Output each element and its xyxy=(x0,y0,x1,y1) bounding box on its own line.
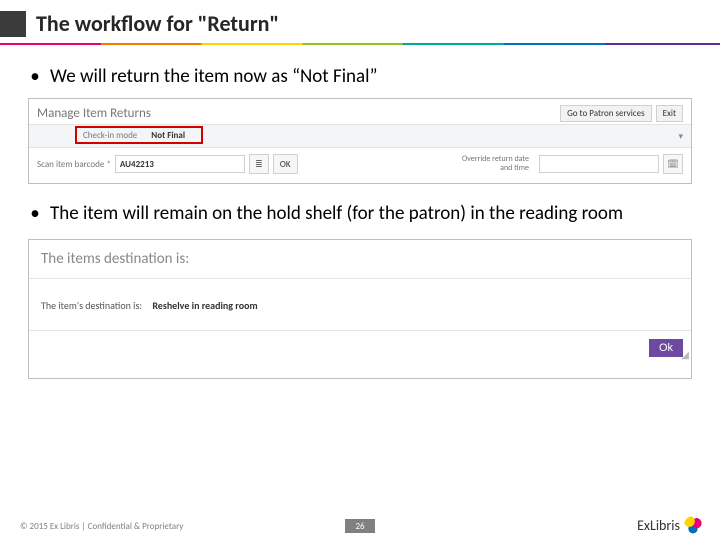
page-title: The workflow for "Return" xyxy=(36,10,279,37)
goto-patron-button[interactable]: Go to Patron services xyxy=(560,105,652,122)
destination-line: The item's destination is: Reshelve in r… xyxy=(41,299,258,312)
bullet-dot: • xyxy=(28,202,42,225)
slide-footer: © 2015 Ex Libris | Confidential & Propri… xyxy=(0,512,720,540)
destination-line-label: The item's destination is: xyxy=(41,299,142,312)
bullet-1: • We will return the item now as “Not Fi… xyxy=(28,65,692,88)
checkin-mode-label: Check-in mode xyxy=(83,130,137,141)
screenshot-header-buttons: Go to Patron services Exit xyxy=(560,105,683,122)
logo-text: ExLibris xyxy=(637,517,680,534)
bullet-1-text: We will return the item now as “Not Fina… xyxy=(50,65,377,88)
screenshot-manage-returns: Manage Item Returns Go to Patron service… xyxy=(28,98,692,184)
scan-row: Scan item barcode * AU42213 ≣ OK Overrid… xyxy=(29,148,691,180)
scan-ok-button[interactable]: OK xyxy=(273,154,298,174)
screenshot-header: Manage Item Returns Go to Patron service… xyxy=(29,99,691,124)
title-row: The workflow for "Return" xyxy=(0,10,720,37)
slide-body: • We will return the item now as “Not Fi… xyxy=(0,51,720,379)
list-icon[interactable]: ≣ xyxy=(249,154,269,174)
bullet-2-text: The item will remain on the hold shelf (… xyxy=(50,202,623,225)
destination-line-value: Reshelve in reading room xyxy=(152,299,257,312)
bullet-2: • The item will remain on the hold shelf… xyxy=(28,202,692,225)
screenshot-destination: The items destination is: The item's des… xyxy=(28,239,692,379)
title-decor-block xyxy=(0,11,26,37)
barcode-input[interactable]: AU42213 xyxy=(115,155,245,173)
calendar-icon[interactable]: 🗓 xyxy=(663,154,683,174)
exlibris-logo: ExLibris xyxy=(637,516,702,534)
bullet-dot: • xyxy=(28,65,42,88)
copyright-text: © 2015 Ex Libris | Confidential & Propri… xyxy=(20,521,183,532)
checkin-mode-value: Not Final xyxy=(151,130,185,141)
checkin-mode-bar: Check-in mode Not Final ▾ xyxy=(29,124,691,148)
exit-button[interactable]: Exit xyxy=(656,105,683,122)
page-number: 26 xyxy=(345,519,375,533)
slide-header: The workflow for "Return" xyxy=(0,0,720,51)
destination-ok-button[interactable]: Ok xyxy=(649,339,683,357)
screenshot-title: Manage Item Returns xyxy=(37,106,151,121)
rainbow-divider xyxy=(0,43,720,45)
destination-footer: Ok ◢ xyxy=(29,331,691,363)
destination-heading: The items destination is: xyxy=(29,240,691,278)
resize-handle-icon[interactable]: ◢ xyxy=(681,348,689,361)
scan-barcode-label: Scan item barcode * xyxy=(37,159,111,170)
caret-down-icon[interactable]: ▾ xyxy=(678,131,683,142)
override-date-label: Override return date and time xyxy=(449,155,529,173)
destination-body: The item's destination is: Reshelve in r… xyxy=(29,278,691,331)
logo-mark-icon xyxy=(684,516,702,534)
checkin-mode-highlight: Check-in mode Not Final xyxy=(75,126,203,144)
override-date-input[interactable] xyxy=(539,155,659,173)
slide: The workflow for "Return" • We will retu… xyxy=(0,0,720,540)
